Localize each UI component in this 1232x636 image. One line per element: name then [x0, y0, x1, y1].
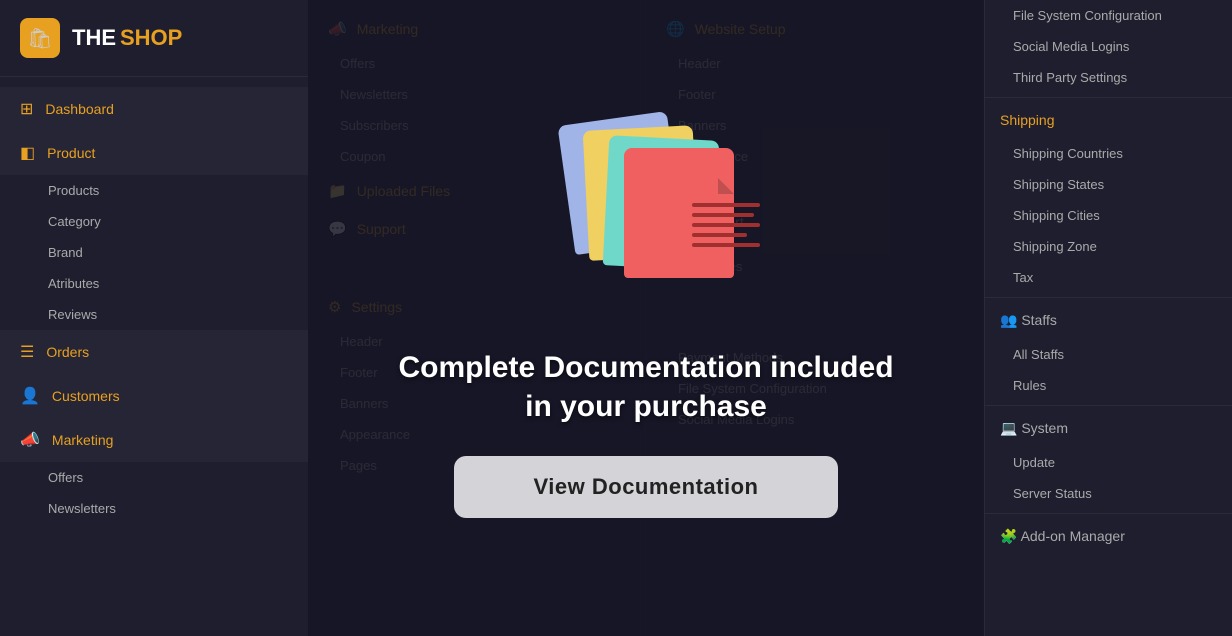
right-link-social-media[interactable]: Social Media Logins: [985, 31, 1232, 62]
divider-3: [985, 405, 1232, 406]
right-link-rules[interactable]: Rules: [985, 370, 1232, 401]
sidebar-item-product[interactable]: ◧ Product: [0, 131, 308, 175]
right-link-third-party[interactable]: Third Party Settings: [985, 62, 1232, 93]
subnav-offers[interactable]: Offers: [0, 462, 308, 493]
right-link-shipping-cities[interactable]: Shipping Cities: [985, 200, 1232, 231]
product-icon: ◧: [20, 143, 35, 163]
sidebar-item-marketing[interactable]: 📣 Marketing: [0, 418, 308, 462]
right-link-tax[interactable]: Tax: [985, 262, 1232, 293]
right-link-update[interactable]: Update: [985, 447, 1232, 478]
system-label: System: [1021, 420, 1068, 436]
subnav-products[interactable]: Products: [0, 175, 308, 206]
sidebar-item-customers[interactable]: 👤 Customers: [0, 374, 308, 418]
app-container: 🛍 THE SHOP ⊞ Dashboard ◧ Product Product…: [0, 0, 1232, 636]
subnav-reviews[interactable]: Reviews: [0, 299, 308, 330]
divider-2: [985, 297, 1232, 298]
right-link-shipping-zone[interactable]: Shipping Zone: [985, 231, 1232, 262]
main-content: 📣 Marketing Offers Newsletters Subscribe…: [308, 0, 984, 636]
dashboard-icon: ⊞: [20, 99, 33, 119]
logo-the: THE: [72, 25, 116, 51]
marketing-icon: 📣: [20, 430, 40, 450]
right-link-shipping-states[interactable]: Shipping States: [985, 169, 1232, 200]
doc-fold: [718, 178, 734, 194]
addon-icon: 🧩: [1000, 528, 1021, 544]
doc-line-5: [692, 243, 760, 247]
right-link-fs-config[interactable]: File System Configuration: [985, 0, 1232, 31]
shipping-label: Shipping: [1000, 112, 1055, 128]
doc-line-4: [692, 233, 747, 237]
subnav-category[interactable]: Category: [0, 206, 308, 237]
sidebar: 🛍 THE SHOP ⊞ Dashboard ◧ Product Product…: [0, 0, 308, 636]
right-link-server-status[interactable]: Server Status: [985, 478, 1232, 509]
subnav-newsletters[interactable]: Newsletters: [0, 493, 308, 524]
system-icon: 💻: [1000, 420, 1021, 436]
divider-1: [985, 97, 1232, 98]
sidebar-item-dashboard[interactable]: ⊞ Dashboard: [0, 87, 308, 131]
sidebar-item-orders[interactable]: ☰ Orders: [0, 330, 308, 374]
orders-icon: ☰: [20, 342, 34, 362]
doc-line-1: [692, 203, 760, 207]
right-section-staffs[interactable]: 👥 Staffs: [985, 302, 1232, 339]
customers-icon: 👤: [20, 386, 40, 406]
right-section-addon[interactable]: 🧩 Add-on Manager: [985, 518, 1232, 555]
doc-line-3: [692, 223, 760, 227]
doc-illustration: [556, 118, 736, 318]
right-link-shipping-countries[interactable]: Shipping Countries: [985, 138, 1232, 169]
view-documentation-button[interactable]: View Documentation: [454, 456, 839, 518]
right-section-shipping[interactable]: Shipping: [985, 102, 1232, 138]
divider-4: [985, 513, 1232, 514]
staffs-label: Staffs: [1021, 312, 1057, 328]
overlay-title: Complete Documentation included in your …: [398, 348, 893, 426]
right-section-system[interactable]: 💻 System: [985, 410, 1232, 447]
dashboard-label: Dashboard: [45, 101, 114, 117]
logo-text: THE SHOP: [72, 25, 182, 51]
doc-page-red: [624, 148, 734, 278]
logo-icon: 🛍: [20, 18, 60, 58]
staffs-icon: 👥: [1000, 312, 1021, 328]
customers-label: Customers: [52, 388, 120, 404]
documentation-overlay: Complete Documentation included in your …: [308, 0, 984, 636]
doc-lines: [692, 203, 767, 253]
logo-shop: SHOP: [120, 25, 182, 51]
orders-label: Orders: [46, 344, 89, 360]
subnav-brand[interactable]: Brand: [0, 237, 308, 268]
sidebar-nav: ⊞ Dashboard ◧ Product Products Category …: [0, 77, 308, 534]
product-label: Product: [47, 145, 95, 161]
subnav-atributes[interactable]: Atributes: [0, 268, 308, 299]
marketing-label: Marketing: [52, 432, 113, 448]
addon-label: Add-on Manager: [1021, 528, 1125, 544]
sidebar-logo: 🛍 THE SHOP: [0, 0, 308, 77]
doc-line-2: [692, 213, 754, 217]
right-link-all-staffs[interactable]: All Staffs: [985, 339, 1232, 370]
right-panel: File System Configuration Social Media L…: [984, 0, 1232, 636]
